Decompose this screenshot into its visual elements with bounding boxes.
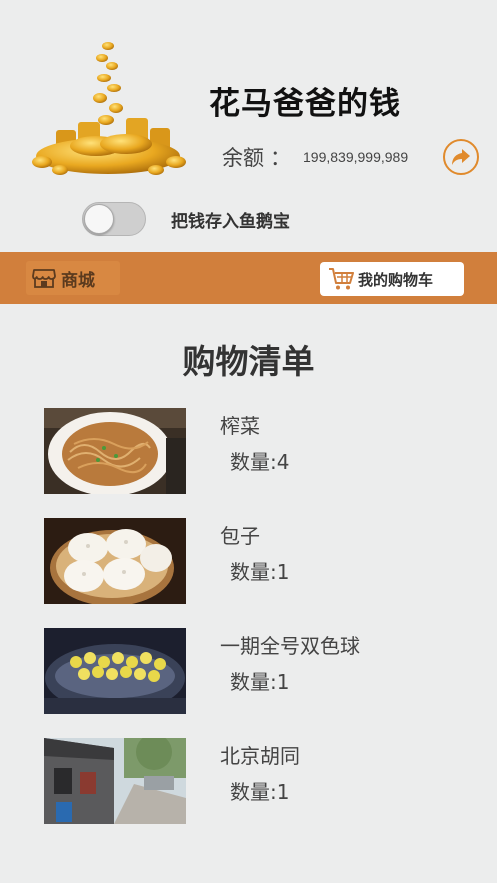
deposit-toggle[interactable] [82, 202, 146, 236]
shopping-list-title: 购物清单 [182, 342, 315, 381]
balance-value: 199,839,999,989 [303, 149, 409, 165]
item-quantity: 数量:1 [230, 780, 290, 804]
my-cart-button[interactable]: 我的购物车 [320, 262, 464, 296]
share-button[interactable] [443, 139, 479, 175]
deposit-toggle-label: 把钱存入鱼鹅宝 [171, 211, 290, 232]
shop-button[interactable]: 商城 [26, 261, 120, 295]
list-item[interactable]: 北京胡同 数量:1 [44, 738, 464, 824]
navbar: 商城 我的购物车 [0, 252, 497, 304]
shopping-cart-icon [329, 268, 354, 290]
item-quantity: 数量:1 [230, 560, 290, 584]
header: 花马爸爸的钱 余额 ： 199,839,999,989 把钱存入鱼鹅宝 [0, 0, 497, 250]
item-name: 包子 [220, 524, 260, 548]
balance-row: 余额 ： 199,839,999,989 [222, 141, 408, 173]
balance-colon: ： [270, 146, 291, 170]
app-title: 花马爸爸的钱 [209, 86, 401, 122]
my-cart-button-label: 我的购物车 [358, 270, 434, 289]
lottery-balls-image [44, 628, 186, 714]
item-name: 北京胡同 [220, 744, 300, 768]
balance-label: 余额 [222, 146, 264, 170]
item-name: 榨菜 [220, 414, 260, 438]
item-quantity: 数量:1 [230, 670, 290, 694]
deposit-toggle-row: 把钱存入鱼鹅宝 [82, 202, 290, 236]
item-name: 一期全号双色球 [220, 634, 360, 658]
coin-pile-image [32, 42, 186, 175]
shop-button-label: 商城 [61, 270, 95, 291]
store-icon [32, 269, 56, 288]
list-item[interactable]: 包子 数量:1 [44, 518, 464, 604]
steamed-buns-image [44, 518, 186, 604]
hutong-street-image [44, 738, 186, 824]
list-item[interactable]: 一期全号双色球 数量:1 [44, 628, 464, 714]
toggle-knob [84, 204, 114, 234]
noodles-image [44, 408, 186, 494]
item-quantity: 数量:4 [230, 450, 290, 474]
list-item[interactable]: 榨菜 数量:4 [44, 408, 464, 494]
share-arrow-icon [452, 149, 470, 165]
